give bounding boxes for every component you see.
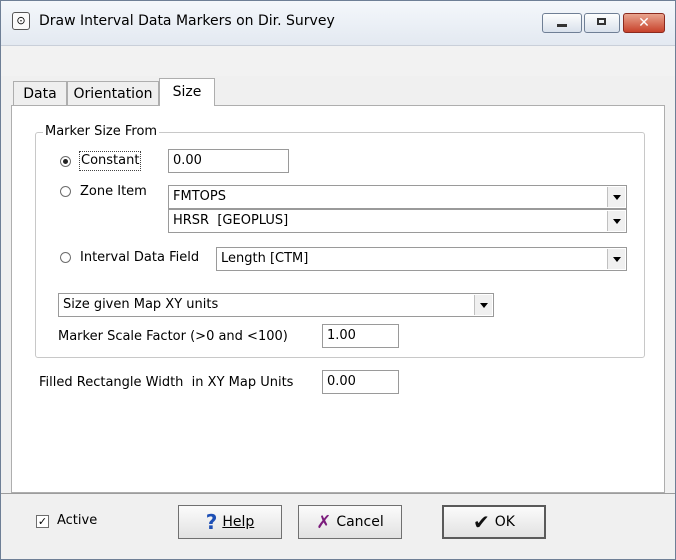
active-checkbox[interactable]: ✓ <box>36 515 49 528</box>
tab-size[interactable]: Size <box>159 78 215 106</box>
help-button[interactable]: ? Help <box>178 505 282 539</box>
ok-button-label: OK <box>494 514 515 530</box>
chevron-down-icon[interactable] <box>607 211 625 231</box>
help-button-label: Help <box>222 514 255 530</box>
zone-item-radio[interactable] <box>60 186 71 197</box>
zone-item-label[interactable]: Zone Item <box>80 183 147 201</box>
cancel-button-label: Cancel <box>336 514 384 530</box>
minimize-button[interactable] <box>542 13 582 33</box>
tab-orientation[interactable]: Orientation <box>67 81 159 105</box>
minimize-icon <box>557 24 567 27</box>
scale-factor-input[interactable]: 1.00 <box>322 324 399 348</box>
interval-field-select-value: Length [CTM] <box>221 251 309 266</box>
help-icon: ? <box>205 510 218 534</box>
ok-button[interactable]: ✔ OK <box>442 505 546 539</box>
checkmark-icon: ✔ <box>473 510 490 534</box>
chevron-down-icon[interactable] <box>607 249 625 269</box>
constant-radio[interactable] <box>60 156 71 167</box>
zone-source-select-value: HRSR [GEOPLUS] <box>173 213 289 228</box>
map-marker-icon: ⊙ <box>12 12 30 30</box>
scale-factor-label: Marker Scale Factor (>0 and <100) <box>58 329 288 344</box>
size-units-select[interactable]: Size given Map XY units <box>58 293 494 317</box>
rect-width-input[interactable]: 0.00 <box>322 370 399 394</box>
active-label[interactable]: Active <box>57 512 97 530</box>
interval-field-radio[interactable] <box>60 252 71 263</box>
constant-value-input[interactable]: 0.00 <box>168 149 289 173</box>
window-title: Draw Interval Data Markers on Dir. Surve… <box>39 13 335 29</box>
interval-field-select[interactable]: Length [CTM] <box>216 247 627 271</box>
rect-width-label: Filled Rectangle Width in XY Map Units <box>39 375 294 390</box>
cancel-button[interactable]: ✗ Cancel <box>298 505 402 539</box>
group-legend: Marker Size From <box>43 124 160 140</box>
close-button[interactable]: ✕ <box>623 13 665 33</box>
dialog-window: ⊙ Draw Interval Data Markers on Dir. Sur… <box>0 0 676 560</box>
size-units-select-value: Size given Map XY units <box>63 297 219 312</box>
zone-source-select[interactable]: HRSR [GEOPLUS] <box>168 209 627 233</box>
cancel-icon: ✗ <box>316 511 332 533</box>
interval-field-label[interactable]: Interval Data Field <box>80 249 199 267</box>
tab-data[interactable]: Data <box>13 81 67 105</box>
zone-item-select[interactable]: FMTOPS <box>168 185 627 209</box>
footer-divider <box>1 493 675 494</box>
toolbar-strip <box>1 45 675 76</box>
title-bar: ⊙ Draw Interval Data Markers on Dir. Sur… <box>1 1 675 45</box>
close-icon: ✕ <box>638 15 650 31</box>
chevron-down-icon[interactable] <box>607 187 625 207</box>
chevron-down-icon[interactable] <box>474 295 492 315</box>
maximize-button[interactable] <box>584 13 620 33</box>
constant-label[interactable]: Constant <box>79 151 142 171</box>
maximize-icon <box>597 18 606 25</box>
zone-item-select-value: FMTOPS <box>173 189 226 204</box>
